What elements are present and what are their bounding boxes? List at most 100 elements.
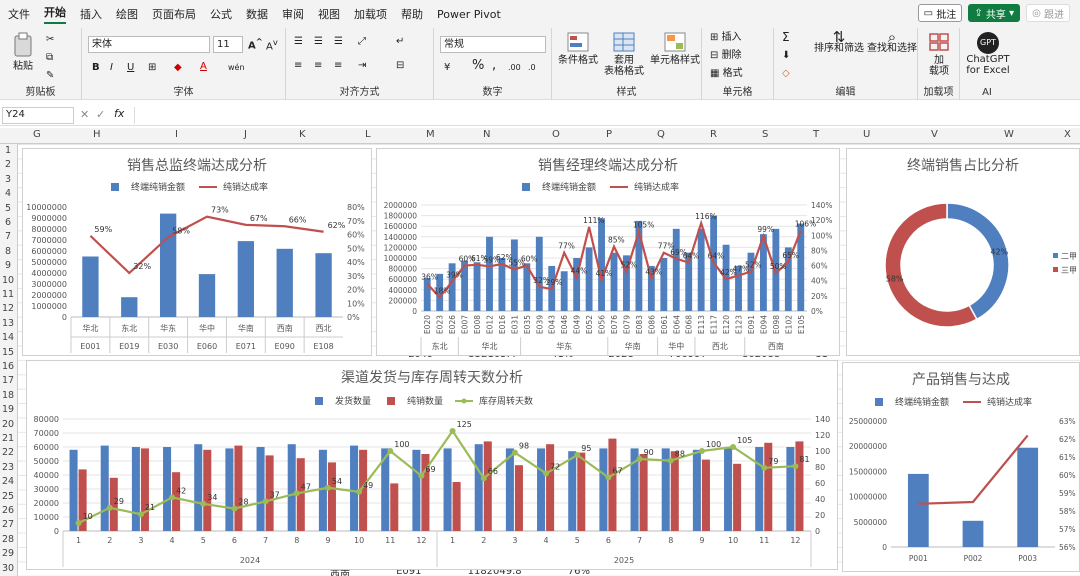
align-center-icon[interactable]: ≡	[314, 60, 322, 71]
column-header[interactable]: J	[244, 129, 247, 140]
align-top-icon[interactable]: ☰	[294, 36, 303, 47]
tab-page-layout[interactable]: 页面布局	[152, 6, 196, 22]
bold-button[interactable]: B	[92, 62, 100, 73]
merge-icon[interactable]: ⊟	[396, 60, 404, 71]
tab-insert[interactable]: 插入	[80, 6, 102, 22]
align-bottom-icon[interactable]: ☰	[334, 36, 343, 47]
chart-product-sales[interactable]: 产品销售与达成 0 5000000 10000000 15000000 20000000…	[842, 362, 1080, 572]
currency-icon[interactable]: ¥	[444, 62, 450, 73]
row-header[interactable]: 20	[0, 419, 16, 430]
align-right-icon[interactable]: ≡	[334, 60, 342, 71]
column-header[interactable]: Q	[657, 129, 665, 140]
chart-manager-analysis[interactable]: 销售经理终端达成分析 0 200000 400000 600000 800000 1000…	[376, 148, 840, 356]
percent-icon[interactable]: %	[472, 59, 484, 72]
chatgpt-button[interactable]: GPT ChatGPT for Excel	[962, 32, 1014, 76]
row-header[interactable]: 6	[0, 217, 16, 228]
column-header[interactable]: U	[863, 129, 870, 140]
row-header[interactable]: 13	[0, 318, 16, 329]
tab-data[interactable]: 数据	[246, 6, 268, 22]
phonetic-button[interactable]: wén	[228, 62, 245, 73]
column-header[interactable]: X	[1064, 129, 1071, 140]
tab-file[interactable]: 文件	[8, 6, 30, 22]
tab-addins[interactable]: 加载项	[354, 6, 387, 22]
row-header[interactable]: 26	[0, 505, 16, 516]
column-header[interactable]: V	[931, 129, 938, 140]
row-header[interactable]: 22	[0, 447, 16, 458]
font-name-select[interactable]: 宋体	[88, 36, 210, 53]
tab-help[interactable]: 帮助	[401, 6, 423, 22]
confirm-icon[interactable]: ✓	[96, 108, 105, 121]
chart-terminal-share[interactable]: 终端销售占比分析 42% 58% 二甲 三甲	[846, 148, 1080, 356]
format-cells-button[interactable]: ▦ 格式	[710, 68, 743, 79]
row-header[interactable]: 10	[0, 275, 16, 286]
decrease-decimal-icon[interactable]: .0	[528, 62, 536, 73]
copy-icon[interactable]: ⧉	[46, 52, 53, 63]
chart-channel-inventory[interactable]: 渠道发货与库存周转天数分析 0 10000 20000 30000 40000 50000…	[26, 360, 838, 570]
column-header[interactable]: H	[93, 129, 101, 140]
row-header[interactable]: 28	[0, 534, 16, 545]
number-format-select[interactable]: 常规	[440, 36, 546, 53]
increase-font-button[interactable]: A^	[248, 36, 263, 51]
row-header[interactable]: 15	[0, 347, 16, 358]
fill-color-icon[interactable]: ◆	[174, 62, 182, 73]
orientation-icon[interactable]: ⤢	[358, 36, 366, 47]
row-header[interactable]: 7	[0, 231, 16, 242]
border-icon[interactable]: ⊞	[148, 62, 156, 73]
conditional-format-button[interactable]: 条件格式	[554, 32, 602, 66]
insert-cells-button[interactable]: ⊞ 插入	[710, 32, 742, 43]
format-as-table-button[interactable]: 套用 表格格式	[600, 32, 648, 77]
column-header[interactable]: O	[552, 129, 560, 140]
row-header[interactable]: 27	[0, 519, 16, 530]
column-header[interactable]: P	[606, 129, 612, 140]
row-header[interactable]: 9	[0, 260, 16, 271]
clear-icon[interactable]: ◇	[782, 68, 790, 79]
share-button[interactable]: ⇪ 共享 ▾	[968, 4, 1021, 22]
row-header[interactable]: 14	[0, 332, 16, 343]
italic-button[interactable]: I	[110, 62, 113, 73]
chart-director-analysis[interactable]: 销售总监终端达成分析 0 1000000 2000000 3000000 4000000…	[22, 148, 372, 356]
row-header[interactable]: 2	[0, 159, 16, 170]
name-box[interactable]: Y24	[2, 107, 74, 124]
function-icon[interactable]: fx	[114, 107, 124, 120]
font-color-icon[interactable]: A	[200, 61, 207, 72]
fill-icon[interactable]: ⬇	[782, 50, 790, 61]
comma-icon[interactable]: ,	[492, 59, 496, 72]
tab-view[interactable]: 视图	[318, 6, 340, 22]
tab-formulas[interactable]: 公式	[210, 6, 232, 22]
tab-review[interactable]: 审阅	[282, 6, 304, 22]
delete-cells-button[interactable]: ⊟ 删除	[710, 50, 742, 61]
column-header[interactable]: K	[299, 129, 306, 140]
row-header[interactable]: 11	[0, 289, 16, 300]
align-middle-icon[interactable]: ☰	[314, 36, 323, 47]
sort-filter-button[interactable]: ⇅ 排序和筛选	[812, 30, 866, 55]
decrease-font-button[interactable]: Av	[266, 37, 278, 52]
column-header[interactable]: G	[33, 129, 41, 140]
autosum-icon[interactable]: Σ	[782, 31, 790, 43]
catchup-button[interactable]: ◎ 跟进	[1026, 4, 1070, 22]
column-header[interactable]: L	[365, 129, 371, 140]
column-header[interactable]: W	[1004, 129, 1014, 140]
row-header[interactable]: 5	[0, 203, 16, 214]
column-header[interactable]: R	[710, 129, 717, 140]
wrap-text-icon[interactable]: ↵	[396, 36, 404, 47]
row-header[interactable]: 30	[0, 563, 16, 574]
tab-home[interactable]: 开始	[44, 4, 66, 24]
row-header[interactable]: 21	[0, 433, 16, 444]
row-header[interactable]: 8	[0, 246, 16, 257]
format-painter-icon[interactable]: ✎	[46, 70, 54, 81]
row-header[interactable]: 24	[0, 476, 16, 487]
column-header[interactable]: N	[483, 129, 490, 140]
row-header[interactable]: 19	[0, 404, 16, 415]
column-header[interactable]: T	[813, 129, 819, 140]
tab-draw[interactable]: 绘图	[116, 6, 138, 22]
row-header[interactable]: 18	[0, 390, 16, 401]
row-header[interactable]: 3	[0, 174, 16, 185]
comment-button[interactable]: ▭ 批注	[917, 4, 963, 22]
row-header[interactable]: 23	[0, 462, 16, 473]
font-size-select[interactable]: 11	[213, 36, 243, 53]
find-select-button[interactable]: ⌕ 查找和选择	[866, 30, 918, 55]
row-header[interactable]: 17	[0, 375, 16, 386]
row-header[interactable]: 1	[0, 145, 16, 156]
column-header[interactable]: S	[762, 129, 768, 140]
column-header[interactable]: M	[426, 129, 435, 140]
